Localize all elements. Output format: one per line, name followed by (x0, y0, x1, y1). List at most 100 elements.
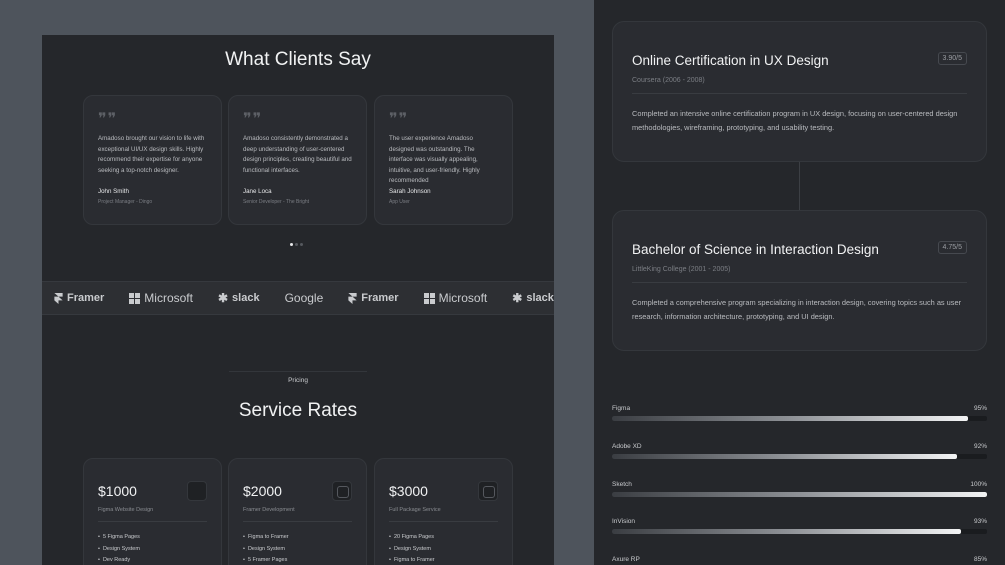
testimonials-title: What Clients Say (225, 49, 371, 70)
plan-feature: Design System (243, 546, 352, 552)
skill-name: Figma (612, 405, 631, 412)
portfolio-right-panel: Online Certification in UX Design 3.90/5… (594, 0, 1005, 565)
education-score-badge: 4.75/5 (937, 241, 967, 254)
microsoft-logo: Microsoft (129, 291, 193, 305)
microsoft-logo: Microsoft (423, 291, 488, 305)
skill-name: Sketch (612, 481, 632, 488)
testimonial-text: The user experience Amadoso designed was… (389, 135, 480, 184)
framer-icon (348, 292, 357, 304)
education-description: Completed a comprehensive program specia… (632, 298, 962, 321)
plan-features: 5 Figma Pages Design System Dev Ready (98, 534, 207, 563)
plan-icon (187, 481, 207, 501)
education-card: Bachelor of Science in Interaction Desig… (612, 210, 987, 351)
skill-percent: 100% (970, 481, 987, 488)
logo-label: Google (284, 291, 324, 305)
skill-progress-fill (612, 416, 969, 421)
education-score-badge: 3.90/5 (937, 52, 967, 65)
portfolio-left-panel: What Clients Say ❞❞ Amadoso brought our … (42, 35, 554, 565)
logo-label: Framer (361, 292, 399, 304)
plan-feature: 5 Framer Pages (243, 557, 352, 563)
client-logo-strip: Framer Microsoft ✱ slack Google Framer M… (42, 281, 554, 315)
plan-feature: Figma to Framer (243, 534, 352, 540)
skill-name: Adobe XD (612, 443, 642, 450)
plan-divider (98, 521, 207, 522)
plan-feature: 20 Figma Pages (389, 534, 498, 540)
plan-feature: Design System (389, 546, 498, 552)
skill-percent: 95% (973, 405, 987, 412)
plan-features: 20 Figma Pages Design System Figma to Fr… (389, 534, 498, 563)
plan-feature: Design System (98, 546, 207, 552)
plan-feature: Dev Ready (98, 557, 207, 563)
skill-progress-track (612, 416, 987, 421)
slack-icon: ✱ (217, 291, 229, 305)
plan-description: Framer Development (243, 507, 295, 513)
education-card: Online Certification in UX Design 3.90/5… (612, 21, 987, 162)
skill-percent: 92% (973, 443, 987, 450)
testimonial-role: Senior Developer - The Bright (243, 199, 310, 205)
logo-label: Microsoft (144, 291, 193, 305)
testimonial-text: Amadoso brought our vision to life with … (98, 135, 205, 174)
plan-divider (389, 521, 498, 522)
microsoft-icon (129, 292, 141, 304)
timeline-connector (799, 162, 800, 210)
skill-progress-fill (612, 492, 987, 497)
skill-name: InVision (612, 518, 636, 525)
carousel-pagination (290, 243, 303, 246)
pricing-card[interactable]: $1000 Figma Website Design 5 Figma Pages… (83, 458, 222, 565)
testimonial-role: App User (389, 199, 410, 205)
testimonial-role: Project Manager - Dingo (98, 199, 153, 205)
testimonial-name: Sarah Johnson (389, 188, 431, 195)
plan-feature: Figma to Framer (389, 557, 498, 563)
skill-percent: 93% (973, 518, 987, 525)
pricing-card[interactable]: $3000 Full Package Service 20 Figma Page… (374, 458, 513, 565)
plan-features: Figma to Framer Design System 5 Framer P… (243, 534, 352, 563)
quote-icon: ❞❞ (98, 109, 118, 128)
quote-icon: ❞❞ (243, 109, 263, 128)
pricing-eyebrow: Pricing (288, 377, 308, 384)
logo-label: Framer (67, 292, 105, 304)
carousel-dot-2[interactable] (295, 243, 298, 246)
education-title: Bachelor of Science in Interaction Desig… (632, 242, 879, 257)
framer-logo: Framer (54, 292, 104, 304)
framer-icon (54, 292, 63, 304)
education-institution: Coursera (2006 - 2008) (632, 77, 705, 84)
logo-label: slack (526, 292, 554, 304)
slack-logo: ✱ slack (218, 291, 260, 305)
education-institution: LittleKing College (2001 - 2005) (632, 266, 731, 273)
skill-progress-fill (612, 529, 961, 534)
testimonial-card: ❞❞ Amadoso consistently demonstrated a d… (228, 95, 367, 225)
skill-progress-track (612, 492, 987, 497)
logo-label: Microsoft (438, 291, 488, 305)
logo-label: slack (232, 292, 260, 304)
google-logo: Google (285, 291, 324, 305)
skill-progress-fill (612, 454, 957, 459)
plan-description: Figma Website Design (98, 507, 154, 513)
education-description: Completed an intensive online certificat… (632, 109, 958, 132)
slack-logo: ✱ slack (512, 291, 554, 305)
testimonial-name: Jane Loca (243, 188, 272, 195)
education-title: Online Certification in UX Design (632, 53, 829, 68)
testimonial-text: Amadoso consistently demonstrated a deep… (243, 135, 352, 174)
plan-feature: 5 Figma Pages (98, 534, 207, 540)
framer-logo: Framer (348, 292, 399, 304)
testimonial-name: John Smith (98, 188, 129, 195)
skill-progress-track (612, 454, 987, 459)
pricing-divider (229, 371, 367, 372)
education-divider (632, 282, 967, 283)
carousel-dot-3[interactable] (300, 243, 303, 246)
testimonial-card: ❞❞ The user experience Amadoso designed … (374, 95, 513, 225)
microsoft-icon (423, 292, 435, 304)
slack-icon: ✱ (512, 291, 523, 305)
plan-icon (478, 481, 498, 501)
plan-description: Full Package Service (389, 507, 441, 513)
testimonial-card: ❞❞ Amadoso brought our vision to life wi… (83, 95, 222, 225)
plan-divider (243, 521, 352, 522)
skill-progress-track (612, 529, 987, 534)
skill-name: Axure RP (612, 556, 640, 563)
education-divider (632, 93, 967, 94)
pricing-card[interactable]: $2000 Framer Development Figma to Framer… (228, 458, 367, 565)
carousel-dot-1[interactable] (290, 243, 293, 246)
pricing-title: Service Rates (238, 400, 358, 421)
plan-icon (332, 481, 352, 501)
skill-percent: 85% (973, 556, 987, 563)
